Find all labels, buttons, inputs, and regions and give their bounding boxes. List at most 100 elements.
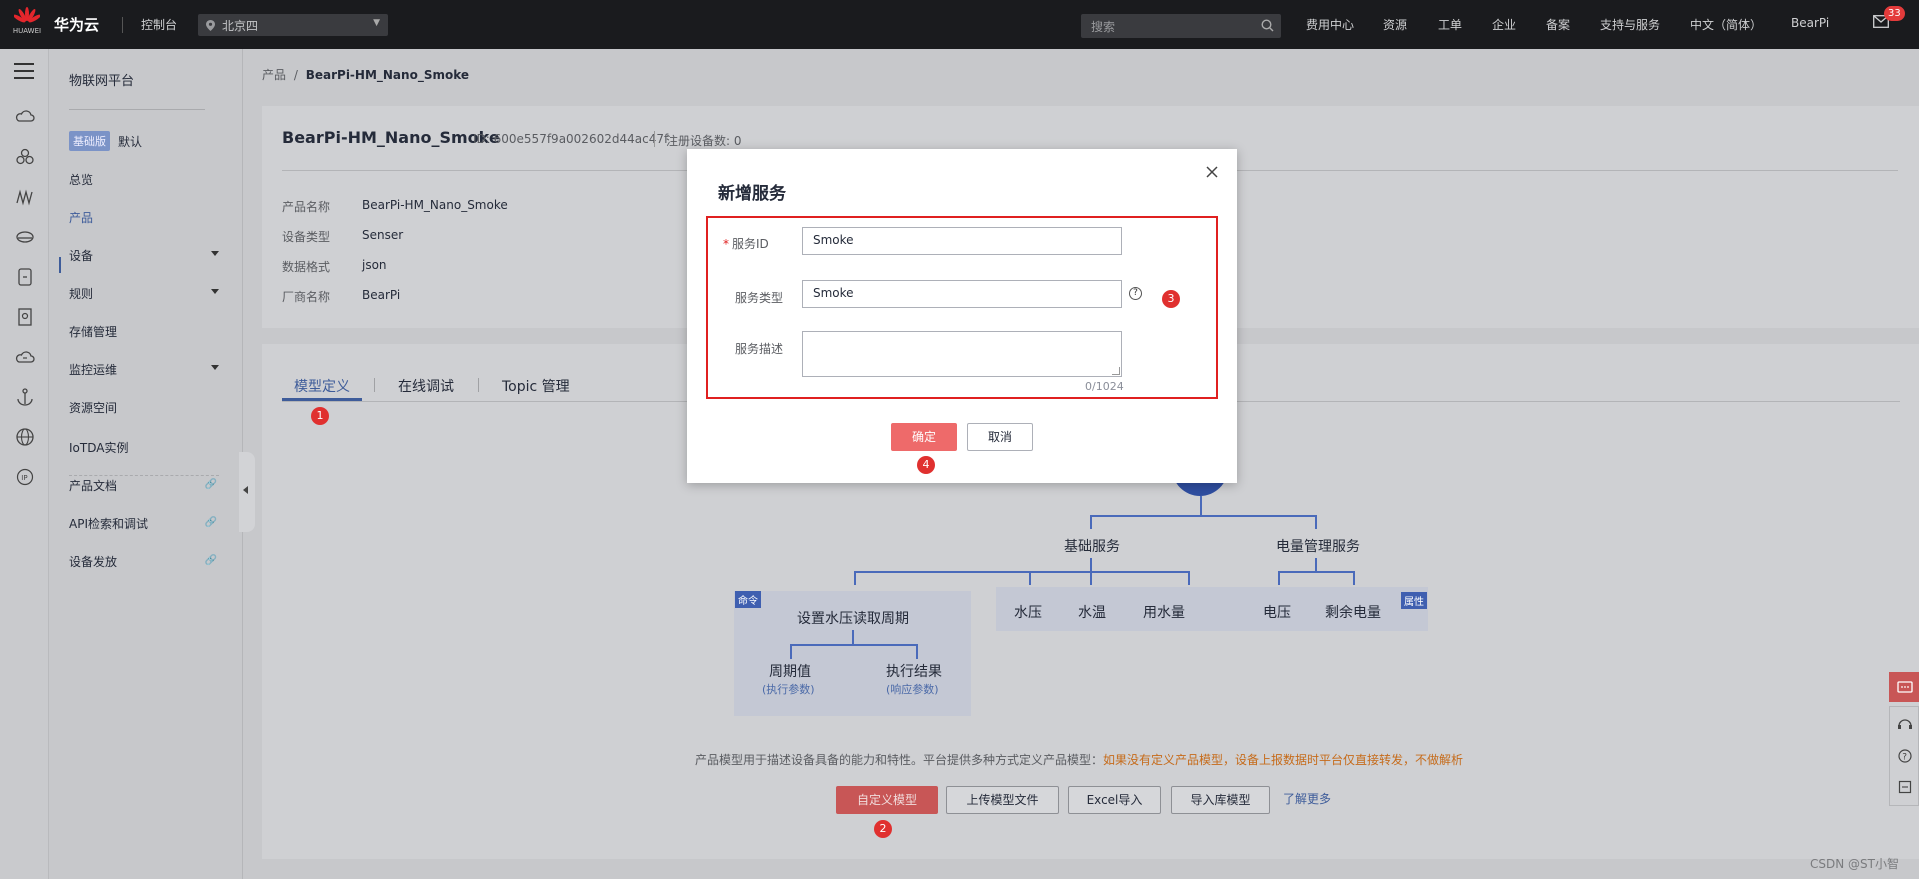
nav-resources[interactable]: 资源 — [1383, 16, 1407, 33]
tree-connector — [1278, 571, 1355, 573]
sidebar-item-label: 规则 — [69, 287, 94, 301]
tab-online-debug[interactable]: 在线调试 — [398, 376, 454, 396]
region-selector[interactable]: 北京四 ▼ — [198, 14, 388, 36]
language-switch[interactable]: 中文（简体） — [1690, 16, 1762, 33]
sidebar-collapse-handle[interactable] — [239, 452, 255, 532]
chat-icon[interactable] — [1889, 672, 1919, 702]
menu-icon[interactable] — [14, 63, 34, 84]
sidebar-item-api-explorer[interactable]: API检索和调试 🔗 — [69, 515, 229, 532]
search-icon[interactable] — [1261, 19, 1274, 35]
brand-name[interactable]: 华为云 — [54, 14, 99, 35]
top-navigation-bar: HUAWEI 华为云 控制台 北京四 ▼ 搜索 费用中心 资源 工单 企业 备案… — [0, 0, 1919, 49]
user-menu[interactable]: BearPi — [1791, 16, 1829, 30]
custom-model-button[interactable]: 自定义模型 — [836, 786, 938, 814]
sidebar-item-label: API检索和调试 — [69, 517, 148, 531]
sidebar-item-monitoring[interactable]: 监控运维 — [69, 361, 229, 378]
nav-support[interactable]: 支持与服务 — [1600, 16, 1660, 33]
service-icon[interactable] — [1897, 717, 1913, 734]
import-library-model-button[interactable]: 导入库模型 — [1171, 786, 1270, 814]
cluster-icon[interactable] — [15, 147, 35, 167]
console-link[interactable]: 控制台 — [141, 16, 177, 33]
nav-billing[interactable]: 费用中心 — [1306, 16, 1354, 33]
tree-connector — [1278, 571, 1280, 585]
sidebar: 物联网平台 基础版 默认 总览 产品 设备 规则 存储管理 监控运维 资源空间 … — [49, 49, 243, 879]
caret-down-icon — [211, 289, 219, 294]
breadcrumb-parent[interactable]: 产品 — [262, 68, 286, 82]
sidebar-item-device-provisioning[interactable]: 设备发放 🔗 — [69, 553, 229, 570]
globe-icon[interactable] — [15, 427, 35, 447]
param-type: (执行参数) — [762, 683, 815, 696]
sidebar-item-label: 产品文档 — [69, 479, 118, 493]
svg-text:IP: IP — [21, 474, 27, 482]
huawei-logo[interactable]: HUAWEI — [12, 7, 42, 41]
tree-connector — [1090, 515, 1316, 517]
sidebar-item-devices[interactable]: 设备 — [69, 247, 229, 264]
service-type-input[interactable]: Smoke — [802, 280, 1122, 308]
param-type: (响应参数) — [886, 683, 939, 696]
field-label: 设备类型 — [282, 230, 331, 244]
property-tag: 属性 — [1401, 592, 1427, 609]
tab-model-definition[interactable]: 模型定义 — [294, 376, 350, 396]
anchor-icon[interactable] — [15, 387, 35, 407]
search-input[interactable]: 搜索 — [1081, 14, 1281, 38]
sidebar-item-resource-space[interactable]: 资源空间 — [69, 399, 229, 416]
cloud-server-icon[interactable] — [15, 107, 35, 127]
field-label: 厂商名称 — [282, 290, 331, 304]
tree-connector — [1315, 558, 1317, 572]
service-description-input[interactable] — [802, 331, 1122, 377]
tree-connector — [1353, 571, 1355, 585]
sidebar-item-label: 设备发放 — [69, 555, 118, 569]
active-indicator — [59, 257, 61, 273]
feedback-icon[interactable] — [1898, 780, 1912, 797]
upload-model-file-button[interactable]: 上传模型文件 — [946, 786, 1059, 814]
help-icon[interactable]: ? — [1129, 287, 1142, 300]
caret-down-icon — [211, 365, 219, 370]
service-id-input[interactable]: Smoke — [802, 227, 1122, 255]
sidebar-item-products[interactable]: 产品 — [69, 209, 229, 226]
sidebar-item-product-docs[interactable]: 产品文档 🔗 — [69, 477, 229, 494]
document-icon[interactable] — [15, 307, 35, 327]
instance-name[interactable]: 默认 — [118, 133, 142, 150]
step-marker: 4 — [917, 456, 935, 474]
floating-toolbar: ? — [1889, 706, 1919, 806]
hint-text: 产品模型用于描述设备具备的能力和特性。平台提供多种方式定义产品模型： — [695, 753, 1104, 767]
character-count: 0/1024 — [1085, 380, 1124, 393]
close-icon[interactable] — [1205, 165, 1219, 179]
tree-connector — [1090, 515, 1092, 529]
field-value: json — [362, 258, 387, 272]
sidebar-item-storage[interactable]: 存储管理 — [69, 323, 229, 340]
help-icon[interactable]: ? — [1898, 749, 1912, 766]
cloud-icon[interactable] — [15, 347, 35, 367]
tree-connector — [1200, 496, 1202, 516]
sidebar-item-label: 资源空间 — [69, 401, 118, 415]
basic-service-node: 基础服务 — [1064, 539, 1120, 555]
external-link-icon: 🔗 — [204, 479, 217, 490]
service-id-label: * 服务ID — [723, 237, 769, 251]
sidebar-item-rules[interactable]: 规则 — [69, 285, 229, 302]
storage-icon[interactable] — [15, 267, 35, 287]
ip-icon[interactable]: IP — [15, 467, 35, 487]
sidebar-item-label: 设备 — [69, 249, 94, 263]
service-type-label: 服务类型 — [735, 291, 784, 305]
resize-handle-icon[interactable] — [1112, 367, 1120, 375]
sidebar-item-overview[interactable]: 总览 — [69, 171, 229, 188]
product-id: ID: 600e557f9a002602d44ac47f — [473, 132, 669, 146]
cancel-button[interactable]: 取消 — [967, 423, 1033, 451]
tab-topic-management[interactable]: Topic 管理 — [502, 376, 570, 396]
sidebar-item-label: 存储管理 — [69, 325, 118, 339]
sidebar-title: 物联网平台 — [69, 74, 135, 89]
confirm-button[interactable]: 确定 — [891, 423, 957, 451]
label-text: 服务ID — [732, 237, 769, 251]
excel-import-button[interactable]: Excel导入 — [1068, 786, 1161, 814]
analytics-icon[interactable] — [15, 187, 35, 207]
property-item: 用水量 — [1143, 605, 1185, 621]
nav-tickets[interactable]: 工单 — [1438, 16, 1462, 33]
database-icon[interactable] — [15, 227, 35, 247]
nav-icp[interactable]: 备案 — [1546, 16, 1570, 33]
sidebar-item-iotda-instances[interactable]: IoTDA实例 — [69, 439, 229, 456]
tree-connector — [916, 644, 918, 659]
tree-connector — [1090, 558, 1092, 572]
learn-more-link[interactable]: 了解更多 — [1283, 790, 1331, 807]
property-item: 剩余电量 — [1325, 605, 1381, 621]
nav-enterprise[interactable]: 企业 — [1492, 16, 1516, 33]
